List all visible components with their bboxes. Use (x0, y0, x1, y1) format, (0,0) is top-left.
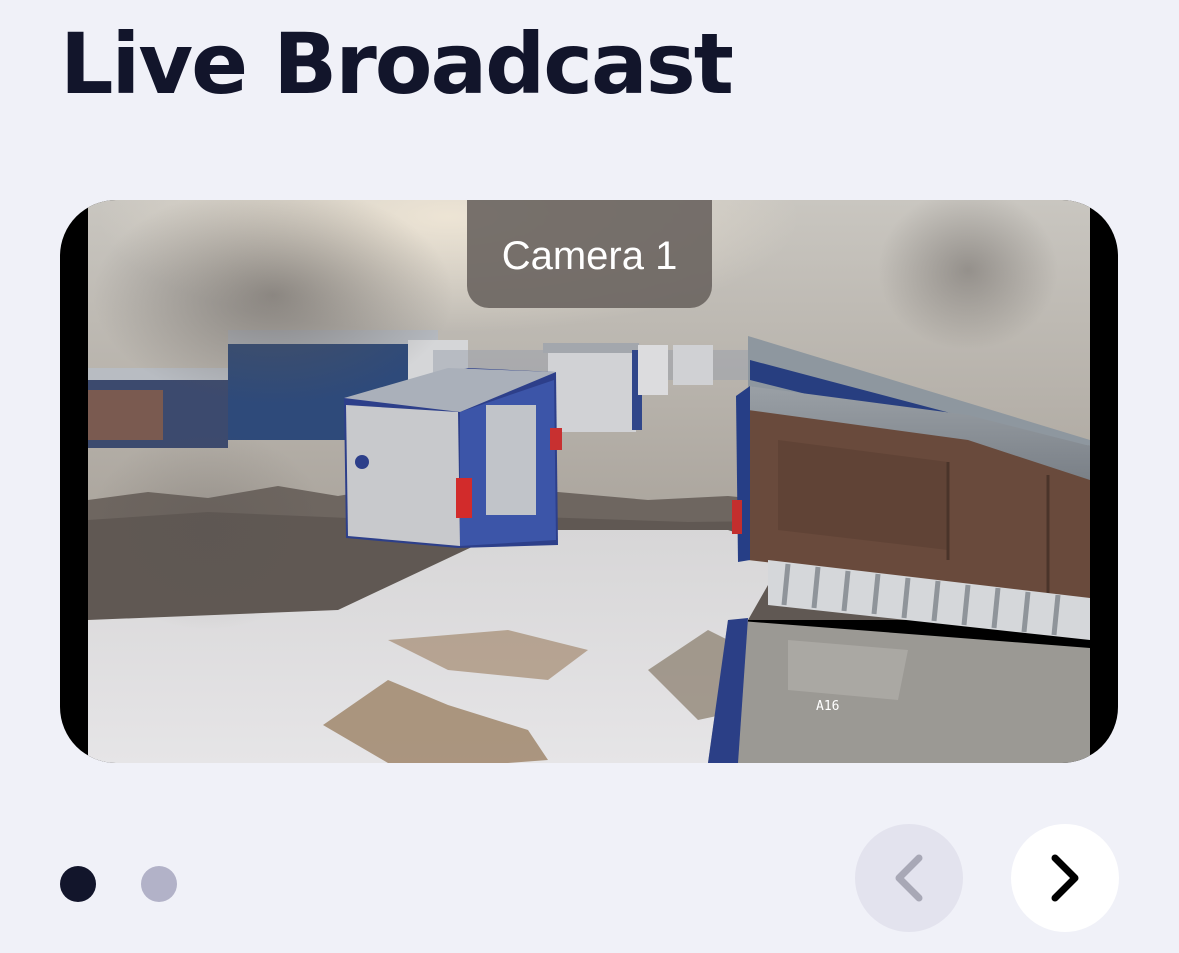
camera-name-label: Camera 1 (501, 233, 678, 278)
chevron-left-icon (895, 854, 923, 902)
previous-camera-button[interactable] (855, 824, 963, 932)
live-video-player[interactable]: Camera 1 A16 (60, 200, 1118, 763)
pagination-dot-1[interactable] (60, 866, 96, 902)
chevron-right-icon (1051, 854, 1079, 902)
camera-name-badge: Camera 1 (467, 200, 712, 308)
pagination-dot-2[interactable] (141, 866, 177, 902)
next-camera-button[interactable] (1011, 824, 1119, 932)
camera-id-overlay: A16 (816, 699, 840, 714)
page-title: Live Broadcast (60, 15, 734, 113)
carousel-pagination (60, 866, 177, 902)
